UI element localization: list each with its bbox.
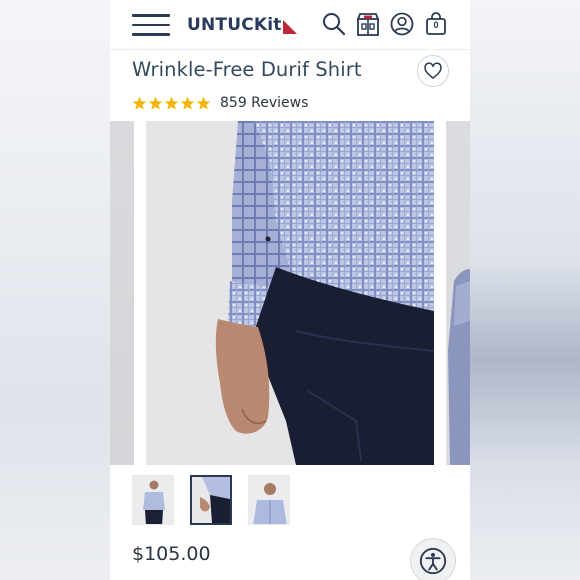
bag-button[interactable]: 0	[423, 11, 449, 37]
account-icon[interactable]	[389, 11, 415, 37]
store-icon[interactable]	[355, 11, 381, 37]
star-icon	[148, 96, 163, 110]
site-header: UNTUCKit 0	[110, 0, 470, 50]
bag-count: 0	[433, 20, 439, 30]
thumbnail-1[interactable]	[132, 475, 174, 525]
previous-image-peek[interactable]	[110, 121, 134, 465]
menu-icon[interactable]	[132, 14, 170, 36]
product-gallery[interactable]	[110, 121, 470, 465]
product-rating[interactable]: 859 Reviews	[132, 94, 308, 112]
star-icon	[132, 96, 147, 110]
product-image[interactable]	[146, 121, 434, 465]
next-photo	[446, 121, 470, 465]
star-icon	[180, 96, 195, 110]
product-page: UNTUCKit 0 Wrinkle-Free Durif Shirt 859 …	[110, 0, 470, 580]
product-price: $105.00	[132, 543, 211, 565]
blurred-backdrop-right	[470, 0, 580, 580]
heart-icon	[424, 62, 442, 79]
thumbnail-2[interactable]	[190, 475, 232, 525]
logo-flag-icon	[282, 19, 297, 34]
thumbnail-strip	[132, 475, 290, 525]
accessibility-button[interactable]	[410, 538, 456, 580]
blurred-backdrop-left	[0, 0, 110, 580]
next-image-peek[interactable]	[446, 121, 470, 465]
wishlist-button[interactable]	[417, 55, 449, 87]
star-rating	[132, 96, 211, 111]
star-icon	[196, 96, 211, 110]
thumbnail-3[interactable]	[248, 475, 290, 525]
brand-name: UNTUCKit	[187, 15, 282, 35]
product-photo	[146, 121, 434, 465]
search-icon[interactable]	[321, 11, 347, 37]
star-icon	[164, 96, 179, 110]
product-title: Wrinkle-Free Durif Shirt	[132, 58, 362, 81]
accessibility-icon	[419, 547, 447, 575]
reviews-link[interactable]: 859 Reviews	[220, 95, 308, 111]
brand-logo[interactable]: UNTUCKit	[187, 14, 297, 36]
